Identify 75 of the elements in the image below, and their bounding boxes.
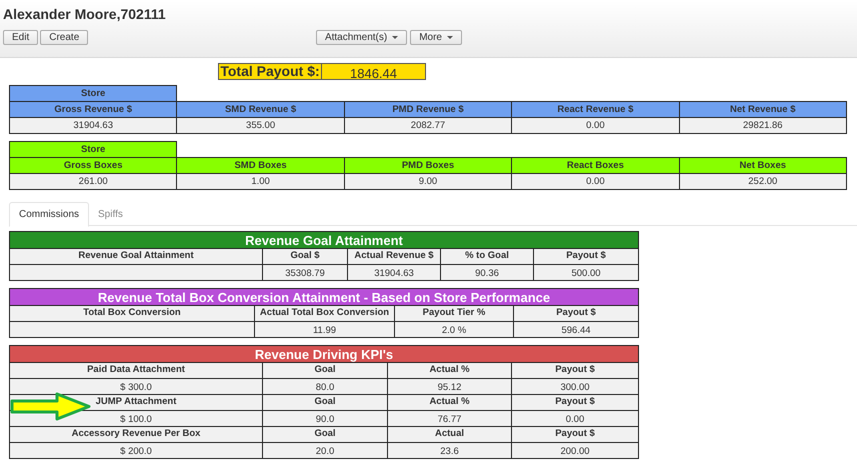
table-cell: 31904.63 (348, 264, 440, 280)
table-cell: $ 200.0 (10, 442, 262, 458)
column-header: Payout $ (514, 306, 639, 322)
page-title: Alexander Moore,702111 (3, 5, 167, 24)
dropdown-button[interactable]: Attachment(s) (316, 30, 408, 45)
table-cell: 11.99 (254, 322, 394, 338)
column-header: % to Goal (440, 248, 534, 264)
column-header: Net Revenue $ (679, 102, 846, 118)
table-cell: 355.00 (176, 118, 344, 134)
column-header: Payout $ (512, 426, 639, 442)
column-header: Actual % (388, 362, 512, 378)
table-cell: 1.00 (176, 174, 344, 190)
column-header: SMD Revenue $ (176, 102, 344, 118)
table-cell: 29821.86 (679, 118, 846, 134)
arrow-icon (10, 392, 91, 421)
column-header: Actual Total Box Conversion (254, 306, 394, 322)
column-header: PMD Boxes (344, 158, 512, 174)
caret-icon (392, 36, 398, 39)
column-header: Actual % (388, 394, 512, 410)
tab[interactable]: Spiffs (89, 202, 132, 226)
table-cell: 80.0 (262, 378, 388, 394)
table-cell: 90.36 (440, 264, 534, 280)
column-header: Net Boxes (679, 158, 846, 174)
column-header: Accessory Revenue Per Box (10, 426, 262, 442)
column-header: React Boxes (512, 158, 680, 174)
table-cell: 2082.77 (344, 118, 512, 134)
table-cell: 261.00 (10, 174, 177, 190)
table-cell: 0.00 (512, 410, 639, 426)
toolbar-button[interactable]: Edit (3, 30, 38, 45)
table-cell: $ 300.0 (10, 378, 262, 394)
table-cell: 0.00 (512, 118, 680, 134)
table-cell: 23.6 (388, 442, 512, 458)
table-cell: 31904.63 (10, 118, 177, 134)
table-cell: 20.0 (262, 442, 388, 458)
table-cell: 76.77 (388, 410, 512, 426)
column-header: Payout Tier % (394, 306, 514, 322)
table-cell: 300.00 (512, 378, 639, 394)
total-payout-label: Total Payout $: (218, 63, 322, 80)
column-header: Payout $ (512, 394, 639, 410)
column-header: Paid Data Attachment (10, 362, 262, 378)
group-header: Store (10, 86, 177, 102)
toolbar-button[interactable]: Create (40, 30, 88, 45)
table-cell: 200.00 (512, 442, 639, 458)
column-header: React Revenue $ (512, 102, 680, 118)
table-cell: 500.00 (534, 264, 639, 280)
table-cell: 9.00 (344, 174, 512, 190)
table-cell: 90.0 (262, 410, 388, 426)
column-header: Payout $ (512, 362, 639, 378)
table-cell: 596.44 (514, 322, 639, 338)
table-cell: 35308.79 (262, 264, 348, 280)
column-header: Goal (262, 362, 388, 378)
section-title: Revenue Driving KPI's (10, 346, 639, 362)
column-header: PMD Revenue $ (344, 102, 512, 118)
total-payout-value: 1846.44 (322, 63, 426, 80)
column-header: Payout $ (534, 248, 639, 264)
group-header: Store (10, 142, 177, 158)
column-header: Revenue Goal Attainment (10, 248, 262, 264)
column-header: Actual (388, 426, 512, 442)
column-header: Goal (262, 426, 388, 442)
column-header: Total Box Conversion (10, 306, 254, 322)
table-cell: 2.0 % (394, 322, 514, 338)
section-title: Revenue Total Box Conversion Attainment - Based on Store Performance (10, 288, 639, 306)
tab[interactable]: Commissions (9, 202, 90, 227)
table-cell: 95.12 (388, 378, 512, 394)
column-header: Goal (262, 394, 388, 410)
table-cell: 0.00 (512, 174, 680, 190)
column-header: Goal $ (262, 248, 348, 264)
column-header: Actual Revenue $ (348, 248, 440, 264)
caret-icon (447, 36, 453, 39)
table-cell: 252.00 (679, 174, 846, 190)
column-header: Gross Revenue $ (10, 102, 177, 118)
section-title: Revenue Goal Attainment (10, 232, 639, 248)
dropdown-button[interactable]: More (410, 30, 462, 45)
column-header: Gross Boxes (10, 158, 177, 174)
column-header: SMD Boxes (176, 158, 344, 174)
